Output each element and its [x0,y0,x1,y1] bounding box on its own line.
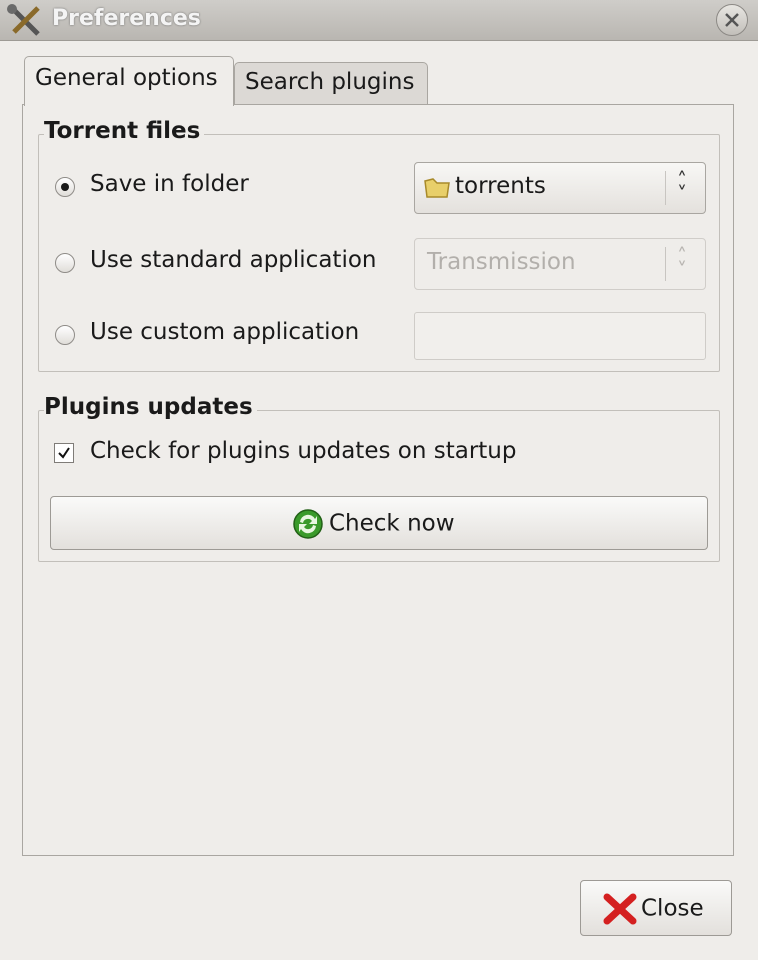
close-button[interactable]: Close [580,880,732,936]
check-updates-label[interactable]: Check for plugins updates on startup [90,438,516,464]
window-title: Preferences [52,6,201,31]
check-updates-checkbox[interactable] [54,443,74,463]
plugins-updates-heading: Plugins updates [44,394,257,420]
use-standard-application-label[interactable]: Use standard application [90,247,376,273]
standard-application-combo[interactable]: Transmission ˄ ˅ [414,238,706,290]
refresh-icon [293,509,323,539]
folder-icon [424,178,450,198]
red-x-icon [603,893,637,925]
folder-chooser[interactable]: torrents ˄ ˅ [414,162,706,214]
tab-search-plugins[interactable]: Search plugins [234,62,428,104]
title-bar[interactable]: Preferences [0,0,758,41]
torrent-files-heading: Torrent files [44,118,205,144]
chevron-up-down-icon: ˄ ˅ [677,244,687,282]
save-in-folder-radio[interactable] [55,177,75,197]
check-now-button[interactable]: Check now [50,496,708,550]
close-label: Close [641,895,704,922]
checkmark-icon [58,447,70,459]
use-custom-application-label[interactable]: Use custom application [90,319,359,345]
wrench-screwdriver-icon [7,4,40,36]
use-standard-application-radio[interactable] [55,253,75,273]
tab-general-options[interactable]: General options [24,56,234,106]
folder-chooser-value: torrents [455,173,546,199]
use-custom-application-radio[interactable] [55,325,75,345]
chevron-up-down-icon: ˄ ˅ [677,168,687,206]
close-icon [725,13,739,27]
window-close-button[interactable] [716,4,748,36]
custom-application-entry[interactable] [414,312,706,360]
check-now-label: Check now [329,510,455,537]
standard-application-value: Transmission [427,249,576,275]
save-in-folder-label[interactable]: Save in folder [90,171,249,197]
